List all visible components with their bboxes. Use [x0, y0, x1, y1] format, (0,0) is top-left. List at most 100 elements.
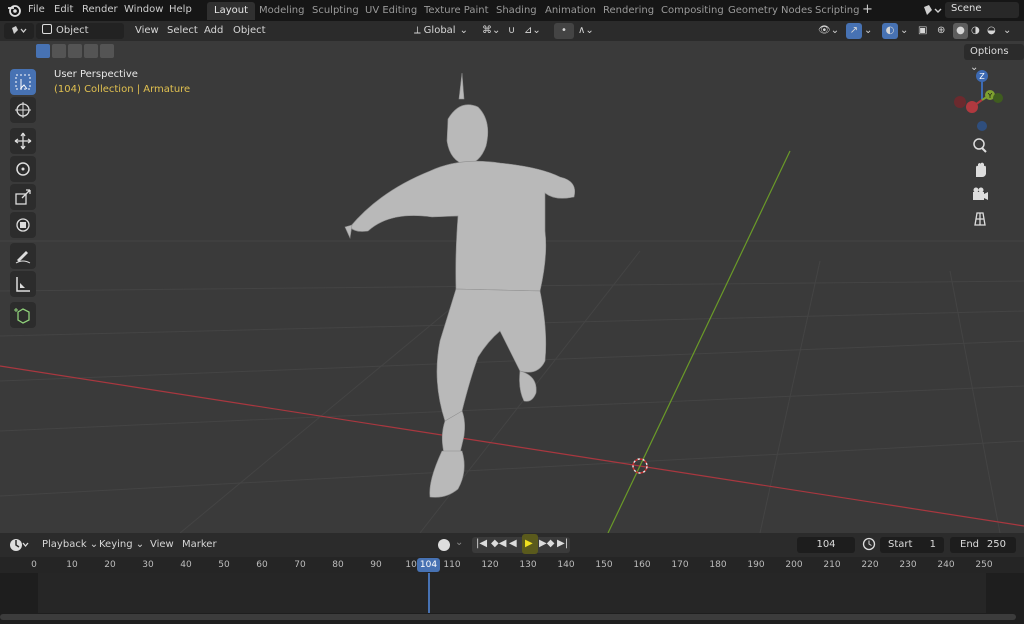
marker-menu[interactable]: Marker — [182, 537, 217, 553]
tool-scale[interactable] — [10, 184, 36, 210]
horizontal-scrollbar[interactable] — [0, 614, 1016, 620]
end-value: 250 — [986, 539, 1006, 550]
overlays-menu-icon[interactable]: ⌄ — [900, 23, 908, 39]
zoom-icon[interactable] — [968, 134, 992, 158]
playhead-line[interactable] — [428, 573, 430, 613]
tool-transform[interactable] — [10, 212, 36, 238]
menu-render[interactable]: Render — [82, 0, 118, 21]
frame-tick-label: 190 — [747, 560, 765, 570]
record-options-icon[interactable]: ⌄ — [455, 537, 463, 548]
blender-logo-icon[interactable] — [7, 3, 21, 20]
solid-shading-icon[interactable]: ● — [953, 23, 968, 39]
menu-view[interactable]: View — [135, 23, 159, 39]
jump-start-icon[interactable]: |◀ — [476, 538, 487, 549]
falloff-icon[interactable]: ∧⌄ — [578, 23, 594, 39]
camera-view-icon[interactable] — [968, 183, 992, 207]
editor-type-icon[interactable] — [4, 23, 34, 39]
3d-viewport[interactable]: User Perspective (104) Collection | Arma… — [0, 41, 1024, 533]
tab-sculpting[interactable]: Sculpting — [305, 2, 366, 20]
select-invert-icon[interactable] — [84, 44, 98, 58]
tab-texture-paint[interactable]: Texture Paint — [417, 2, 496, 20]
viewport-header: Object Mode⌄ View Select Add Object ⟂Glo… — [0, 21, 1024, 52]
snap-target-icon[interactable]: ⊿⌄ — [524, 23, 541, 39]
tab-geometry-nodes[interactable]: Geometry Nodes — [721, 2, 819, 20]
menu-window[interactable]: Window — [124, 0, 163, 21]
gizmo-z-label: Z — [979, 72, 985, 81]
object-mode-dropdown[interactable]: Object Mode⌄ — [36, 23, 124, 52]
perspective-grid-icon[interactable] — [968, 207, 992, 231]
select-new-icon[interactable] — [36, 44, 50, 58]
cursor-icon — [15, 102, 31, 118]
clock-icon[interactable] — [862, 537, 876, 554]
record-button[interactable] — [438, 539, 450, 551]
next-keyframe-icon[interactable]: ▶◆ — [539, 538, 554, 549]
frame-tick-label: 40 — [180, 560, 192, 570]
timeline-view-menu[interactable]: View — [150, 537, 174, 553]
gizmo-toggle-icon[interactable]: ↗ — [846, 23, 862, 39]
tab-compositing[interactable]: Compositing — [654, 2, 731, 20]
frame-tick-label: 180 — [709, 560, 727, 570]
end-frame-field[interactable]: End 250 — [950, 537, 1016, 553]
tool-add-cube[interactable] — [10, 302, 36, 328]
tab-scripting[interactable]: Scripting — [808, 2, 866, 20]
select-box-icon — [15, 74, 31, 90]
overlays-toggle-icon[interactable]: ◐ — [882, 23, 898, 39]
rendered-shading-icon[interactable]: ◒ — [987, 23, 996, 39]
tab-shading[interactable]: Shading — [489, 2, 544, 20]
play-icon[interactable]: ▶ — [525, 538, 533, 549]
xray-icon[interactable]: ▣ — [918, 23, 927, 39]
transform-icon — [16, 218, 30, 232]
play-reverse-icon[interactable]: ◀ — [509, 538, 517, 549]
visibility-icon[interactable]: 👁⌄ — [818, 23, 839, 39]
scene-selector-icon[interactable] — [922, 3, 942, 20]
wireframe-shading-icon[interactable]: ⊕ — [937, 23, 945, 39]
menu-help[interactable]: Help — [169, 0, 192, 21]
tool-annotate[interactable] — [10, 243, 36, 269]
tool-rotate[interactable] — [10, 156, 36, 182]
jump-end-icon[interactable]: ▶| — [557, 538, 568, 549]
keying-menu[interactable]: Keying ⌄ — [99, 537, 144, 553]
character-model[interactable] — [344, 72, 575, 498]
tool-move[interactable] — [10, 128, 36, 154]
playhead-frame-badge[interactable]: 104 — [417, 558, 440, 572]
proportional-edit-icon[interactable]: • — [554, 23, 574, 39]
options-dropdown[interactable]: Options ⌄ — [964, 44, 1024, 73]
tab-animation[interactable]: Animation — [538, 2, 603, 20]
frame-tick-label: 70 — [294, 560, 306, 570]
add-cube-icon — [14, 308, 30, 324]
tool-select-box[interactable] — [10, 69, 36, 95]
navigation-gizmo[interactable]: Z Y — [946, 65, 1012, 135]
timeline-editor-icon[interactable] — [8, 537, 30, 556]
rotate-icon — [16, 162, 30, 176]
transform-orientation-dropdown[interactable]: ⟂ Global ⌄ — [414, 23, 468, 39]
current-frame-value: 104 — [816, 539, 836, 550]
scene-name-field[interactable]: Scene — [945, 2, 1019, 18]
tab-uv-editing[interactable]: UV Editing — [358, 2, 424, 20]
frame-tick-label: 90 — [370, 560, 382, 570]
prev-keyframe-icon[interactable]: ◆◀ — [491, 538, 506, 549]
material-shading-icon[interactable]: ◑ — [971, 23, 980, 39]
add-workspace-icon[interactable]: + — [862, 0, 873, 21]
gizmo-menu-icon[interactable]: ⌄ — [864, 23, 872, 39]
timeline-area[interactable]: 0 10 20 30 40 50 60 70 80 90 100 110 120 130 140 150 160… — [0, 557, 1024, 624]
tool-measure[interactable] — [10, 271, 36, 297]
menu-select[interactable]: Select — [167, 23, 198, 39]
playback-menu[interactable]: Playback ⌄ — [42, 537, 98, 553]
select-subtract-icon[interactable] — [68, 44, 82, 58]
tab-layout[interactable]: Layout — [207, 2, 255, 20]
menu-edit[interactable]: Edit — [54, 0, 73, 21]
snap-icon[interactable]: ∪ — [508, 23, 515, 39]
current-frame-field[interactable]: 104 — [797, 537, 855, 553]
tab-modeling[interactable]: Modeling — [252, 2, 312, 20]
select-extend-icon[interactable] — [52, 44, 66, 58]
menu-object[interactable]: Object — [233, 23, 266, 39]
menu-file[interactable]: File — [28, 0, 45, 21]
menu-add[interactable]: Add — [204, 23, 223, 39]
shading-menu-icon[interactable]: ⌄ — [1003, 23, 1011, 39]
tool-cursor[interactable] — [10, 97, 36, 123]
tab-rendering[interactable]: Rendering — [596, 2, 661, 20]
select-intersect-icon[interactable] — [100, 44, 114, 58]
pan-hand-icon[interactable] — [968, 158, 992, 182]
pivot-point-icon[interactable]: ⌘⌄ — [482, 23, 500, 39]
start-frame-field[interactable]: Start 1 — [880, 537, 944, 553]
